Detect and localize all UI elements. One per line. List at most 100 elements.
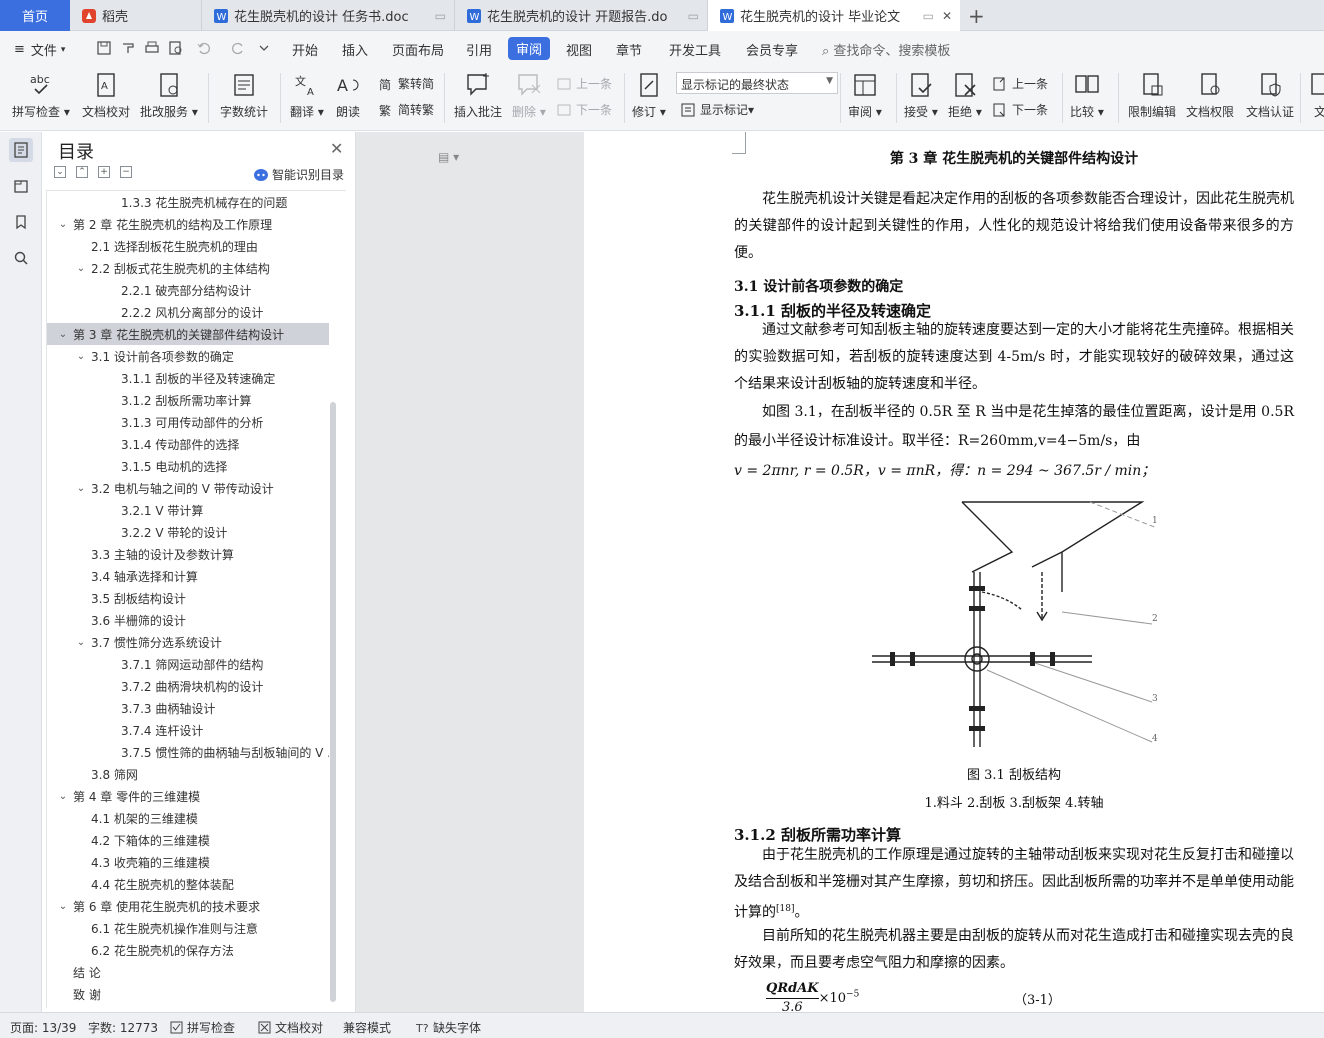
plus-icon[interactable]: + xyxy=(98,166,110,178)
toc-item[interactable]: 3.2.1 V 带计算 xyxy=(47,499,329,521)
toc-item[interactable]: 3.1.2 刮板所需功率计算 xyxy=(47,389,329,411)
doc-certify-button[interactable]: 文档认证 xyxy=(1246,71,1294,120)
chevron-down-icon[interactable]: ⌄ xyxy=(75,351,87,362)
insert-comment-button[interactable]: 插入批注 xyxy=(454,71,502,120)
monitor-icon[interactable]: ▭ xyxy=(688,9,699,23)
menu-review[interactable]: 审阅 xyxy=(508,37,551,60)
compare-button[interactable]: 比较 ▾ xyxy=(1070,71,1104,120)
toc-item[interactable]: 3.7.1 筛网运动部件的结构 xyxy=(47,653,329,675)
tab-doc-thesis[interactable]: W 花生脱壳机的设计 毕业论文 ▭ ✕ xyxy=(708,0,960,31)
menu-member[interactable]: 会员专享 xyxy=(746,40,798,59)
toc-item[interactable]: 3.7.2 曲柄滑块机构的设计 xyxy=(47,675,329,697)
simp-to-trad-button[interactable]: 繁简转繁 xyxy=(378,101,434,118)
toc-item[interactable]: 6.1 花生脱壳机操作准则与注意 xyxy=(47,917,329,939)
toc-item[interactable]: 4.4 花生脱壳机的整体装配 xyxy=(47,873,329,895)
chevron-down-icon[interactable]: ⌄ xyxy=(57,219,69,230)
monitor-icon[interactable]: ▭ xyxy=(923,9,934,23)
chevron-down-icon[interactable]: ⌄ xyxy=(75,483,87,494)
toc-item[interactable]: 2.2.1 破壳部分结构设计 xyxy=(47,279,329,301)
compat-mode[interactable]: 兼容模式 xyxy=(343,1019,391,1036)
review-pane-button[interactable]: 审阅 ▾ xyxy=(848,71,882,120)
status-proofread[interactable]: 文档校对 xyxy=(258,1019,323,1036)
redo-icon[interactable] xyxy=(230,40,246,56)
toc-item[interactable]: ⌄ 2.2 刮板式花生脱壳机的主体结构 xyxy=(47,257,329,279)
chapter-nav-icon[interactable] xyxy=(9,174,33,198)
missing-font[interactable]: T? 缺失字体 xyxy=(416,1019,481,1036)
batch-service-button[interactable]: 批改服务 ▾ xyxy=(140,71,198,120)
page-indicator[interactable]: 页面: 13/39 xyxy=(10,1019,76,1036)
toc-item[interactable]: ⌄ 3.1 设计前各项参数的确定 xyxy=(47,345,329,367)
new-tab-icon[interactable]: + xyxy=(968,4,985,28)
tab-doc-proposal[interactable]: W 花生脱壳机的设计 开题报告.doc ▭ xyxy=(455,0,708,31)
status-spell-check[interactable]: 拼写检查 xyxy=(170,1019,235,1036)
doc-proof-button[interactable]: A 文档校对 xyxy=(82,71,130,120)
tab-docer[interactable]: 稻壳 xyxy=(70,0,202,31)
toc-item[interactable]: 3.7.3 曲柄轴设计 xyxy=(47,697,329,719)
print-preview-icon[interactable] xyxy=(168,40,184,56)
close-icon[interactable]: ✕ xyxy=(330,139,343,158)
prev-change-button[interactable]: 上一条 xyxy=(992,75,1048,92)
toc-item[interactable]: 6.2 花生脱壳机的保存方法 xyxy=(47,939,329,961)
toc-item[interactable]: 3.7.5 惯性筛的曲柄轴与刮板轴间的 V ... xyxy=(47,741,329,763)
toc-item[interactable]: 4.3 收壳箱的三维建模 xyxy=(47,851,329,873)
toc-item[interactable]: 3.1.5 电动机的选择 xyxy=(47,455,329,477)
restrict-edit-button[interactable]: 限制编辑 xyxy=(1128,71,1176,120)
file-menu[interactable]: ≡ 文件 ▾ xyxy=(14,40,65,59)
toc-scrollbar[interactable] xyxy=(330,402,336,1002)
more-ribbon-button[interactable]: 文 xyxy=(1306,71,1324,120)
tab-home[interactable]: 首页 xyxy=(0,0,70,31)
toc-item[interactable]: 致 谢 xyxy=(47,983,329,1005)
toc-item[interactable]: 2.1 选择刮板花生脱壳机的理由 xyxy=(47,235,329,257)
format-painter-icon[interactable] xyxy=(120,40,136,56)
word-count-indicator[interactable]: 字数: 12773 xyxy=(88,1019,158,1036)
trad-to-simp-button[interactable]: 简繁转简 xyxy=(378,75,434,92)
toc-item[interactable]: 3.1.1 刮板的半径及转速确定 xyxy=(47,367,329,389)
toc-item[interactable]: 2.2.2 风机分离部分的设计 xyxy=(47,301,329,323)
search-icon[interactable] xyxy=(9,246,33,270)
toc-item[interactable]: 3.2.2 V 带轮的设计 xyxy=(47,521,329,543)
show-markup-button[interactable]: 显示标记 ▾ xyxy=(680,101,754,118)
menu-start[interactable]: 开始 xyxy=(292,40,318,59)
page-options-icon[interactable]: ▤ ▾ xyxy=(438,150,459,164)
toc-item[interactable]: ⌄ 3.7 惯性筛分选系统设计 xyxy=(47,631,329,653)
toc-item[interactable]: 3.7.4 连杆设计 xyxy=(47,719,329,741)
menu-references[interactable]: 引用 xyxy=(466,40,492,59)
toc-item[interactable]: 4.2 下箱体的三维建模 xyxy=(47,829,329,851)
toc-item[interactable]: 3.1.4 传动部件的选择 xyxy=(47,433,329,455)
toc-item[interactable]: ⌄ 第 4 章 零件的三维建模 xyxy=(47,785,329,807)
monitor-icon[interactable]: ▭ xyxy=(435,9,446,23)
menu-section[interactable]: 章节 xyxy=(616,40,642,59)
chevron-down-icon[interactable] xyxy=(256,40,272,56)
chevron-down-icon[interactable]: ⌄ xyxy=(57,329,69,340)
chevron-down-icon[interactable]: ⌄ xyxy=(75,637,87,648)
doc-permission-button[interactable]: 文档权限 xyxy=(1186,71,1234,120)
expand-all-icon[interactable]: ⌄ xyxy=(54,166,66,178)
toc-item[interactable]: 3.6 半栅筛的设计 xyxy=(47,609,329,631)
track-changes-button[interactable]: 修订 ▾ xyxy=(632,71,666,120)
toc-item[interactable]: 4.1 机架的三维建模 xyxy=(47,807,329,829)
chevron-down-icon[interactable]: ⌄ xyxy=(57,901,69,912)
undo-icon[interactable] xyxy=(196,40,212,56)
collapse-all-icon[interactable]: ⌃ xyxy=(76,166,88,178)
prev-comment-button[interactable]: 上一条 xyxy=(556,75,612,92)
toc-item[interactable]: 3.5 刮板结构设计 xyxy=(47,587,329,609)
menu-developer[interactable]: 开发工具 xyxy=(669,40,721,59)
close-tab-icon[interactable]: ✕ xyxy=(942,9,952,23)
toc-item[interactable]: ⌄ 第 2 章 花生脱壳机的结构及工作原理 xyxy=(47,213,329,235)
toc-item[interactable]: ⌄ 第 3 章 花生脱壳机的关键部件结构设计 xyxy=(47,323,329,345)
menu-view[interactable]: 视图 xyxy=(566,40,592,59)
chevron-down-icon[interactable]: ⌄ xyxy=(75,263,87,274)
toc-item[interactable]: 3.8 筛网 xyxy=(47,763,329,785)
next-comment-button[interactable]: 下一条 xyxy=(556,101,612,118)
toc-item[interactable]: 3.3 主轴的设计及参数计算 xyxy=(47,543,329,565)
tab-doc-task[interactable]: W 花生脱壳机的设计 任务书.doc ▭ xyxy=(202,0,455,31)
read-aloud-button[interactable]: A 朗读 xyxy=(334,71,362,120)
toc-item[interactable]: 结 论 xyxy=(47,961,329,983)
word-count-button[interactable]: 字数统计 xyxy=(220,71,268,120)
delete-comment-button[interactable]: 删除 ▾ xyxy=(512,71,546,120)
toc-panel-icon[interactable] xyxy=(9,138,33,162)
print-icon[interactable] xyxy=(144,40,160,56)
spell-check-button[interactable]: abc 拼写检查 ▾ xyxy=(12,71,70,120)
command-search[interactable]: ⌕ 查找命令、搜索模板 xyxy=(822,40,950,59)
markup-state-select[interactable]: 显示标记的最终状态 ▼ xyxy=(676,72,838,94)
